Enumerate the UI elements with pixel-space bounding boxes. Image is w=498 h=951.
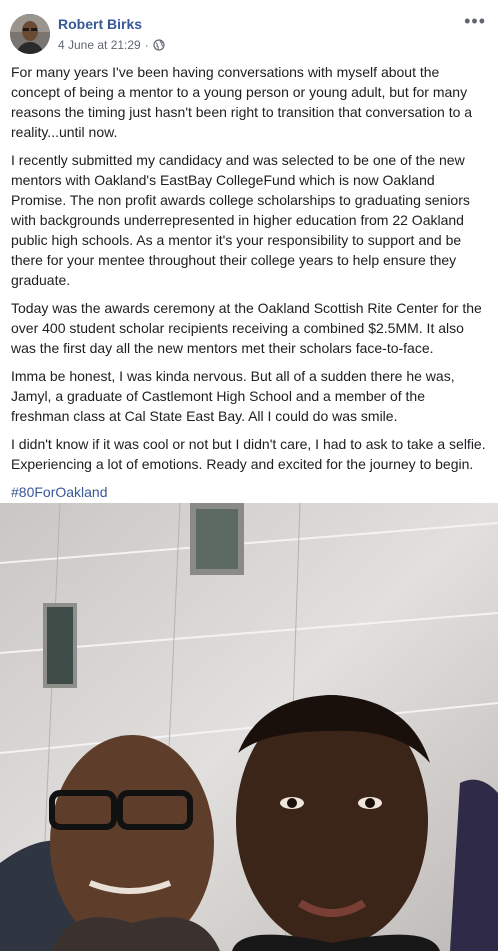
post-header: Robert Birks 4 June at 21:29 · ••• bbox=[10, 12, 488, 56]
post-photo[interactable] bbox=[0, 503, 498, 951]
globe-icon bbox=[153, 39, 165, 51]
author-name[interactable]: Robert Birks bbox=[58, 16, 142, 32]
post-date[interactable]: 4 June at 21:29 bbox=[58, 38, 141, 52]
post-text: For many years I've been having conversa… bbox=[11, 62, 487, 510]
post-card: Robert Birks 4 June at 21:29 · ••• For m… bbox=[0, 0, 498, 951]
more-options-icon[interactable]: ••• bbox=[464, 12, 486, 30]
post-paragraph: I didn't know if it was cool or not but … bbox=[11, 436, 486, 472]
meta-separator: · bbox=[144, 38, 149, 52]
post-paragraph: I recently submitted my candidacy and wa… bbox=[11, 152, 470, 288]
hashtag-link[interactable]: #80ForOakland bbox=[11, 484, 108, 500]
post-paragraph: Today was the awards ceremony at the Oak… bbox=[11, 300, 482, 356]
avatar[interactable] bbox=[10, 14, 50, 54]
post-paragraph: For many years I've been having conversa… bbox=[11, 64, 473, 140]
post-meta: 4 June at 21:29 · bbox=[58, 38, 165, 52]
post-paragraph: Imma be honest, I was kinda nervous. But… bbox=[11, 368, 455, 424]
